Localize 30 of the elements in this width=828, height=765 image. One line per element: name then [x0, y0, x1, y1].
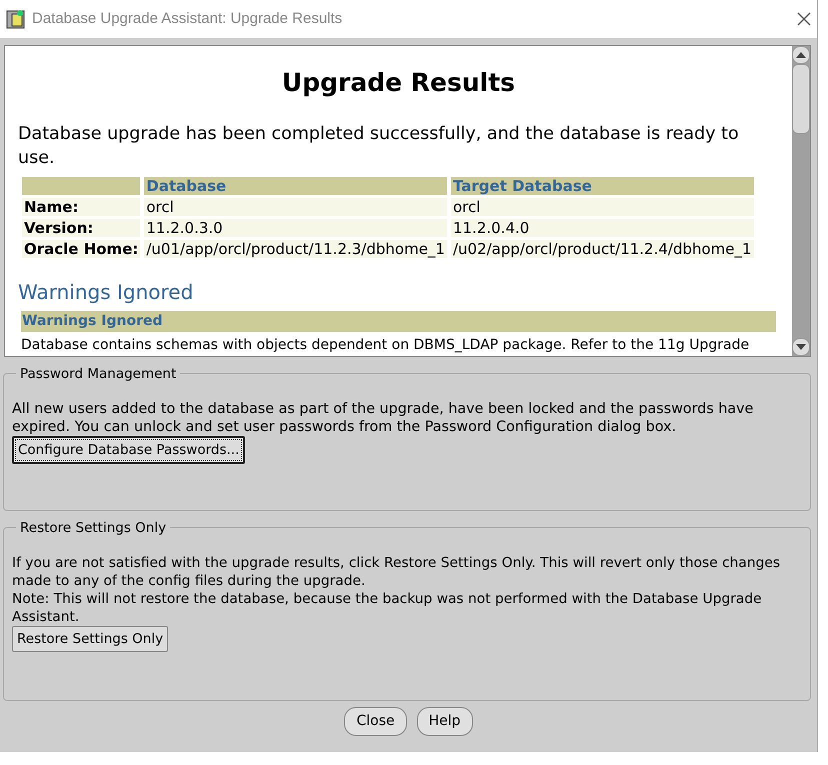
- page-heading: Upgrade Results: [280, 67, 516, 99]
- description-text: If you are not satisfied with the upgrade results, click Restore Settings Only. This will revert only those changes made to any of the config files during the upgrade.: [12, 554, 782, 590]
- app-icon: [6, 9, 26, 29]
- table-cell: /u01/app/orcl/product/11.2.3/dbhome_1: [144, 240, 447, 258]
- section-heading: Warnings Ignored: [18, 278, 194, 306]
- close-icon[interactable]: [797, 12, 811, 26]
- table-cell: 11.2.0.4.0: [450, 218, 754, 236]
- table-cell: /u02/app/orcl/product/11.2.4/dbhome_1: [450, 240, 754, 258]
- scrollbar[interactable]: [792, 46, 810, 356]
- action-button[interactable]: Restore Settings Only: [12, 626, 168, 652]
- row-label: Version:: [22, 218, 140, 236]
- table-cell: orcl: [450, 198, 754, 216]
- table-cell: 11.2.0.3.0: [144, 218, 447, 236]
- description-text: Note: This will not restore the database, because the backup was not performed with the Database Upgrade Assistant.: [12, 590, 763, 626]
- row-label: Oracle Home:: [22, 240, 140, 258]
- description-text: All new users added to the database as part of the upgrade, have been locked and the passwords have expired. You can unlock and set user passwords from the Password Configuration dialog box.: [12, 400, 754, 436]
- summary-text: Database upgrade has been completed successfully, and the database is ready to use.: [18, 122, 740, 170]
- dialog-button[interactable]: Help: [416, 707, 473, 736]
- window-title: Database Upgrade Assistant: Upgrade Results: [32, 8, 344, 29]
- action-button[interactable]: Configure Database Passwords...: [12, 436, 246, 464]
- warning-text: Database contains schemas with objects dependent on DBMS_LDAP package. Refer to the 11g Upgrade: [21, 336, 750, 354]
- down-arrow-icon[interactable]: [796, 344, 806, 350]
- row-label: Name:: [22, 198, 140, 216]
- dialog-button[interactable]: Close: [344, 707, 407, 736]
- scrollbar-thumb[interactable]: [792, 64, 810, 134]
- warnings-header: Warnings Ignored: [21, 310, 776, 332]
- column-header: Database: [144, 176, 447, 194]
- table-cell: orcl: [144, 198, 447, 216]
- column-header: Target Database: [450, 176, 754, 194]
- up-arrow-icon[interactable]: [796, 52, 806, 58]
